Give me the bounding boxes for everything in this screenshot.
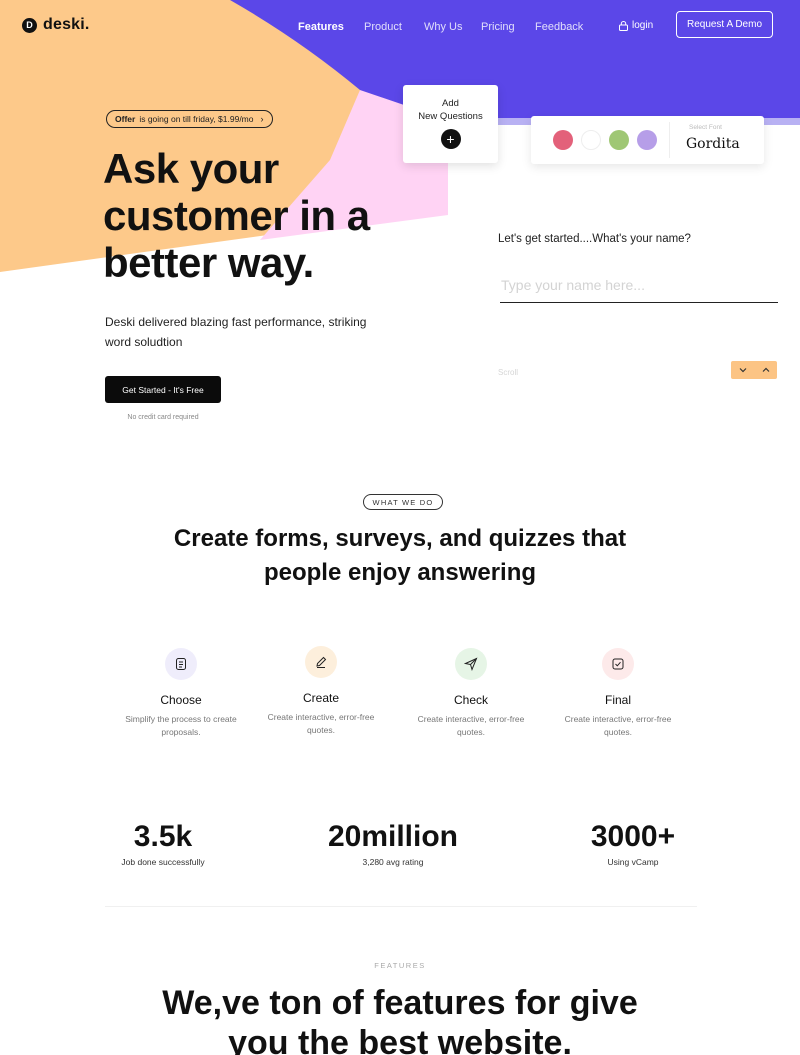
chevron-up-icon[interactable]: [754, 361, 777, 379]
features-tag: FEATURES: [374, 961, 426, 970]
nav-item-features[interactable]: Features: [298, 21, 364, 33]
chevron-right-icon: ›: [260, 114, 264, 124]
chevron-down-icon[interactable]: [731, 361, 754, 379]
offer-text: is going on till friday, $1.99/mo: [139, 114, 254, 124]
main-nav: Features Product Why Us Pricing Feedback: [298, 21, 595, 33]
new-questions-label: New Questions: [418, 111, 483, 122]
feature-desc: Simplify the process to create proposals…: [125, 714, 237, 737]
nav-item-product[interactable]: Product: [364, 21, 424, 33]
feature-final: Final Create interactive, error-free quo…: [543, 646, 693, 739]
feature-check: Check Create interactive, error-free quo…: [396, 646, 546, 739]
add-label: Add: [442, 98, 459, 109]
stat-value: 20million: [327, 820, 459, 853]
stat-jobs: 3.5k Job done successfully: [103, 820, 223, 867]
cta-note: No credit card required: [127, 414, 199, 421]
style-picker-card: Select Font Gordita: [531, 116, 764, 164]
scroll-label: Scroll: [498, 368, 519, 377]
login-label: login: [632, 20, 654, 31]
divider: [105, 906, 697, 907]
offer-bold: Offer: [115, 114, 136, 124]
pen-icon: [305, 646, 337, 678]
feature-list: Choose Simplify the process to create pr…: [106, 646, 698, 746]
send-icon: [455, 648, 487, 680]
feature-name: Check: [453, 693, 488, 707]
name-input[interactable]: [500, 268, 778, 303]
section-title-line2: people enjoy answering: [263, 559, 537, 586]
check-icon: [602, 648, 634, 680]
stat-label: 3,280 avg rating: [362, 857, 424, 867]
color-swatch-red[interactable]: [553, 130, 573, 150]
feature-desc: Create interactive, error-free quotes.: [417, 714, 525, 737]
list-icon: [165, 648, 197, 680]
logo-mark: D: [22, 17, 37, 33]
color-swatch-purple[interactable]: [637, 130, 657, 150]
features-title-line1: We,ve ton of features for give: [162, 984, 638, 1022]
color-swatch-white[interactable]: [581, 130, 601, 150]
hero-description: Deski delivered blazing fast performance…: [105, 315, 367, 349]
divider: [669, 122, 670, 158]
plus-icon[interactable]: +: [440, 129, 461, 149]
lock-icon: [619, 20, 628, 31]
get-started-button[interactable]: Get Started - It's Free: [105, 376, 221, 403]
logo[interactable]: D deski.: [22, 16, 90, 34]
section-title-line1: Create forms, surveys, and quizzes that: [173, 525, 627, 552]
stat-rating: 20million 3,280 avg rating: [313, 820, 473, 867]
stat-label: Job done successfully: [121, 857, 205, 867]
feature-create: Create Create interactive, error-free qu…: [246, 644, 396, 737]
feature-name: Final: [604, 693, 631, 707]
stat-label: Using vCamp: [607, 857, 659, 867]
section-title: Create forms, surveys, and quizzes that …: [150, 522, 650, 590]
nav-item-why-us[interactable]: Why Us: [424, 21, 481, 33]
feature-desc: Create interactive, error-free quotes.: [564, 714, 672, 737]
add-question-card[interactable]: Add New Questions +: [403, 85, 498, 163]
nav-item-feedback[interactable]: Feedback: [535, 21, 595, 33]
color-swatch-green[interactable]: [609, 130, 629, 150]
font-label: Select Font: [689, 124, 722, 131]
feature-choose: Choose Simplify the process to create pr…: [106, 646, 256, 739]
scroll-arrows: [731, 361, 777, 379]
feature-name: Create: [302, 691, 340, 705]
stat-value: 3.5k: [133, 820, 193, 853]
features-title: We,ve ton of features for give you the b…: [100, 983, 700, 1055]
form-question: Let's get started....What's your name?: [498, 233, 691, 245]
stat-users: 3000+ Using vCamp: [573, 820, 693, 867]
login-link[interactable]: login: [619, 20, 653, 31]
font-select[interactable]: Gordita: [686, 136, 740, 152]
feature-name: Choose: [160, 693, 202, 707]
hero-title: Ask your customer in a better way.: [103, 145, 370, 286]
stat-value: 3000+: [590, 820, 676, 853]
logo-text: deski.: [43, 16, 90, 33]
request-demo-button[interactable]: Request A Demo: [676, 11, 773, 38]
features-title-line2: you the best website.: [228, 1024, 572, 1055]
nav-item-pricing[interactable]: Pricing: [481, 21, 535, 33]
what-we-do-tag: WHAT WE DO: [363, 494, 443, 510]
feature-desc: Create interactive, error-free quotes.: [267, 712, 375, 735]
offer-pill[interactable]: Offer is going on till friday, $1.99/mo …: [106, 110, 273, 128]
